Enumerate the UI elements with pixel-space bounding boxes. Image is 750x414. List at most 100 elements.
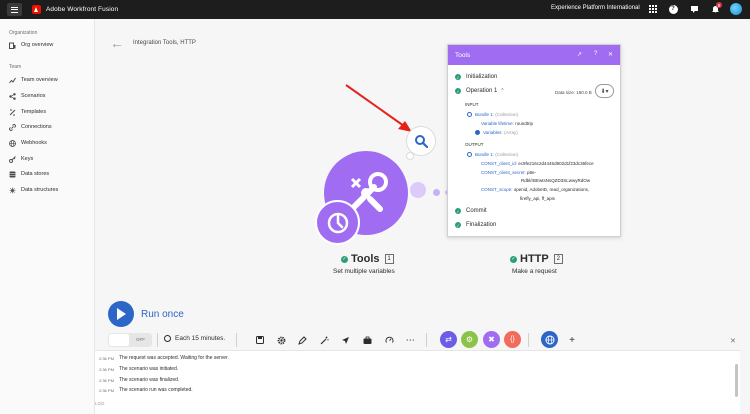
help-icon[interactable]: ?	[668, 4, 678, 14]
run-once-button[interactable]	[108, 301, 134, 327]
run-once-label[interactable]: Run once	[141, 309, 184, 320]
sidebar-item-label: Data structures	[21, 187, 59, 193]
log-row: 2:36 PM The scenario was initiated.	[99, 366, 179, 372]
tools-module-icon[interactable]: ✖	[483, 331, 500, 348]
briefcase-icon[interactable]	[362, 335, 372, 345]
org-icon	[9, 42, 16, 49]
module-name: Tools	[351, 253, 380, 265]
add-module-icon[interactable]: +	[567, 335, 577, 346]
divider	[528, 333, 529, 347]
sidebar-item-label: Data stores	[21, 171, 50, 177]
schedule-setting[interactable]: Each 15 minutes.	[164, 335, 225, 342]
sidebar: Organization Org overview Team Team over…	[0, 19, 95, 414]
top-bar: Adobe Workfront Fusion Experience Platfo…	[0, 0, 750, 19]
expand-icon	[475, 130, 480, 136]
sidebar-item-webhooks[interactable]: Webhooks	[9, 138, 47, 148]
expand-icon[interactable]: ↗	[577, 51, 582, 58]
menu-icon[interactable]	[7, 3, 22, 16]
help-icon[interactable]: ?	[594, 51, 597, 57]
database-icon	[9, 171, 16, 178]
divider	[236, 333, 237, 347]
download-button[interactable]: ⬇▾	[595, 84, 614, 98]
sidebar-item-label: Templates	[21, 109, 47, 115]
module-count: 1	[384, 254, 394, 264]
chart-icon	[9, 77, 16, 84]
data-size: Data size: 190.0 B	[555, 90, 592, 95]
key-icon	[9, 155, 16, 163]
notes-icon[interactable]	[297, 335, 307, 345]
announcement-icon[interactable]	[689, 4, 699, 14]
operation-row[interactable]: ✓ Operation 1 ⌃	[455, 88, 505, 94]
close-icon[interactable]: ✕	[730, 337, 736, 345]
sidebar-item-label: Keys	[21, 156, 34, 162]
apps-grid-icon[interactable]	[648, 4, 658, 14]
variables-item[interactable]: Variables: (Array)	[475, 130, 518, 136]
log-row: 2:36 PM The request was accepted. Waiting…	[99, 355, 229, 361]
check-icon: ✓	[455, 74, 461, 80]
collapse-icon	[467, 152, 472, 158]
scheduling-toggle[interactable]: OFF	[108, 333, 152, 347]
magic-wand-icon[interactable]	[319, 335, 329, 345]
back-arrow-icon[interactable]: ←	[110, 35, 124, 51]
sidebar-item-connections[interactable]: Connections	[9, 122, 52, 132]
scope: CONST_scope: openid, AdobeID, read_organ…	[481, 187, 590, 192]
airplane-icon[interactable]	[340, 335, 350, 345]
settings-module-icon[interactable]: ⚙	[461, 331, 478, 348]
output-bundle[interactable]: Bundle 1: (Collection)	[467, 152, 518, 158]
module-count: 2	[553, 254, 563, 264]
bubble-tail	[406, 152, 414, 160]
module-subtitle: Make a request	[512, 268, 557, 275]
sidebar-item-team-overview[interactable]: Team overview	[9, 75, 58, 85]
sidebar-item-org-overview[interactable]: Org overview	[9, 40, 53, 50]
log-label: LOG	[95, 401, 105, 406]
adobe-logo	[32, 5, 41, 14]
link-icon	[9, 123, 16, 131]
client-id: CONST_client_id: ec9fe216c2d4445d902d1f2…	[481, 161, 594, 166]
sidebar-item-keys[interactable]: Keys	[9, 154, 33, 164]
sidebar-item-data-stores[interactable]: Data stores	[9, 169, 49, 179]
check-icon: ✓	[455, 88, 461, 94]
input-label: INPUT	[465, 102, 479, 107]
wrench-icon	[327, 212, 348, 233]
log-panel: 2:36 PM The request was accepted. Waiting…	[95, 350, 740, 414]
gear-icon[interactable]	[276, 335, 286, 345]
sidebar-item-label: Org overview	[21, 42, 54, 48]
text-parser-icon[interactable]: {}	[504, 331, 521, 348]
client-secret: CONST_client_secret: p8e-	[481, 170, 537, 175]
avatar[interactable]	[730, 3, 742, 15]
client-secret-continued: Rdbl/rBEwtsNsQZD3SLwwyRdOw	[521, 178, 591, 183]
http-module-label: ✓ HTTP 2	[510, 253, 563, 265]
output-label: OUTPUT	[465, 142, 484, 147]
org-switcher[interactable]: Experience Platform International	[551, 5, 640, 11]
execution-inspector-panel: Tools ↗ ? ✕ ✓ Initialization ✓ Operation…	[447, 44, 621, 237]
sidebar-item-label: Webhooks	[21, 140, 47, 146]
input-bundle[interactable]: Bundle 1: (Collection)	[467, 112, 518, 118]
row-label: Finalization	[466, 222, 497, 228]
close-icon[interactable]: ✕	[608, 51, 613, 58]
auto-align-icon[interactable]	[384, 335, 394, 345]
row-label: Commit	[466, 208, 487, 214]
sidebar-item-label: Team overview	[21, 77, 58, 83]
initialization-row[interactable]: ✓ Initialization	[455, 74, 497, 80]
schedule-label: Each 15 minutes.	[175, 335, 226, 342]
globe-module-icon[interactable]	[541, 331, 558, 348]
app-title: Adobe Workfront Fusion	[46, 6, 119, 13]
chevron-up-icon: ⌃	[500, 88, 505, 94]
check-icon: ✓	[510, 255, 517, 263]
module-subtitle: Set multiple variables	[333, 268, 395, 275]
commit-row[interactable]: ✓ Commit	[455, 208, 487, 214]
flow-control-icon[interactable]: ⇄	[440, 331, 457, 348]
more-icon[interactable]: ⋯	[405, 335, 415, 345]
sidebar-item-scenarios[interactable]: Scenarios	[9, 91, 45, 101]
divider	[426, 333, 427, 347]
search-icon	[415, 135, 428, 148]
variable-lifetime: Variable lifetime: roundtrip	[481, 121, 533, 126]
sidebar-item-data-structures[interactable]: Data structures	[9, 185, 58, 195]
sidebar-section-organization: Organization	[9, 30, 38, 36]
tools-module-label: ✓ Tools 1	[341, 253, 394, 265]
share-icon	[9, 92, 16, 100]
finalization-row[interactable]: ✓ Finalization	[455, 222, 496, 228]
sidebar-item-templates[interactable]: Templates	[9, 107, 46, 117]
save-icon[interactable]	[255, 335, 265, 345]
log-scrollbar[interactable]	[735, 364, 738, 397]
